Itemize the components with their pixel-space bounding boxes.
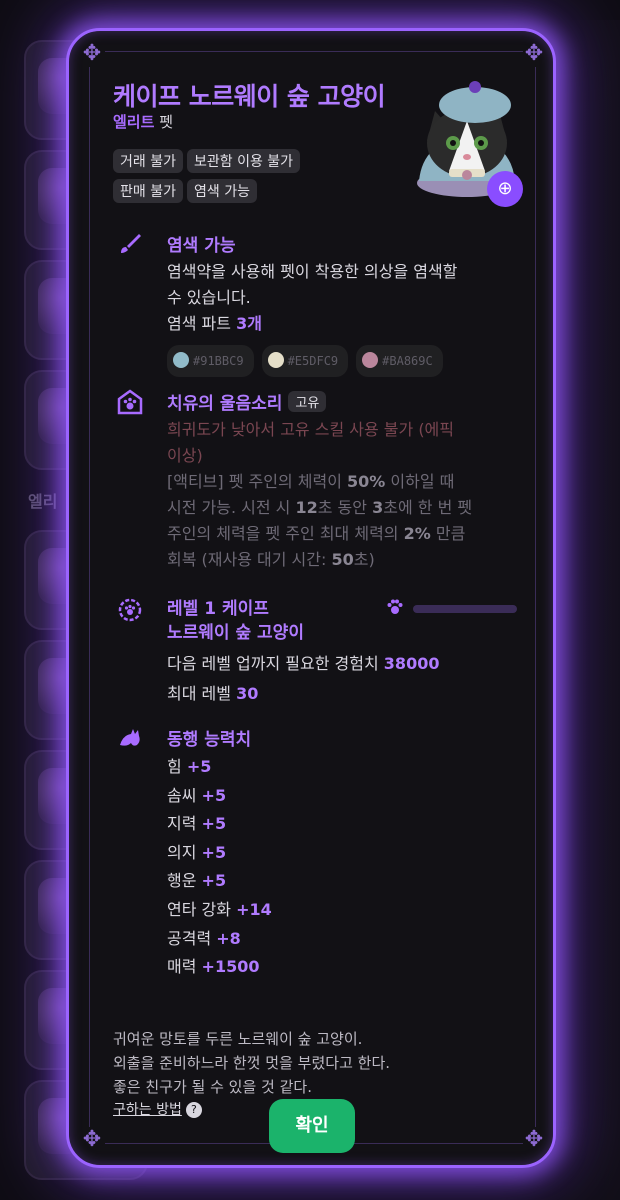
skill-line: 주인의 체력을 펫 주인 최대 체력의 2% 만큼 xyxy=(167,524,466,543)
description-line: 좋은 친구가 될 수 있을 것 같다. xyxy=(113,1078,312,1096)
stat-row: 지력 +5 xyxy=(167,814,227,834)
tag: 판매 불가 xyxy=(113,179,183,203)
how-to-obtain-link[interactable]: 구하는 방법? xyxy=(113,1099,202,1119)
skill-warning: 이상) xyxy=(167,446,203,465)
dye-color-swatch: #91BBC9 xyxy=(167,345,254,377)
skill-line: 회복 (재사용 대기 시간: 50초) xyxy=(167,550,375,569)
stats-title: 동행 능력치 xyxy=(167,730,252,750)
max-level-label: 최대 레벨 xyxy=(167,684,237,703)
dye-color-swatch: #BA869C xyxy=(356,345,443,377)
tag: 거래 불가 xyxy=(113,149,183,173)
ornament-icon: ✥ xyxy=(82,41,102,66)
tag-list: 거래 불가 보관함 이용 불가 판매 불가 염색 가능 xyxy=(113,149,353,209)
max-level-row: 최대 레벨 30 xyxy=(167,681,439,707)
stat-row: 솜씨 +5 xyxy=(167,785,227,805)
stat-row: 연타 강화 +14 xyxy=(167,899,272,919)
skill-line: [액티브] 펫 주인의 체력이 50% 이하일 때 xyxy=(167,472,455,491)
paw-gear-icon xyxy=(118,598,142,622)
description-line: 귀여운 망토를 두른 노르웨이 숲 고양이. xyxy=(113,1030,363,1048)
paw-icon xyxy=(387,599,403,614)
background-section-label: 엘리 xyxy=(28,492,58,511)
grade-label: 엘리트 xyxy=(113,113,155,131)
ornament-icon: ✥ xyxy=(524,41,544,66)
level-title-line: 노르웨이 숲 고양이 xyxy=(167,623,304,643)
ornament-icon: ✥ xyxy=(82,1127,102,1152)
pet-detail-modal: ✥ ✥ ✥ ✥ 케이프 노르웨이 숲 고양이 엘리트 펫 거래 불가 보관함 이용… xyxy=(66,28,556,1168)
skill-title: 치유의 울음소리 고유 xyxy=(167,389,327,414)
kind-label: 펫 xyxy=(159,113,173,131)
level-title: 레벨 1 케이프 노르웨이 숲 고양이 xyxy=(167,597,304,645)
brush-icon xyxy=(121,234,141,253)
how-to-obtain-label: 구하는 방법 xyxy=(113,1102,182,1118)
ornament-icon: ✥ xyxy=(524,1127,544,1152)
dye-description: 염색약을 사용해 펫이 착용한 의상을 염색할 수 있습니다. 염색 파트 3개… xyxy=(167,259,457,377)
color-drop-icon xyxy=(173,352,189,368)
cat-silhouette-icon xyxy=(120,729,140,746)
zoom-in-icon: ⊕ xyxy=(497,178,513,199)
tag: 보관함 이용 불가 xyxy=(186,149,301,173)
color-drop-icon xyxy=(362,352,379,368)
pet-description: 귀여운 망토를 두른 노르웨이 숲 고양이. 외출을 준비하느라 한껏 멋을 부… xyxy=(113,1027,390,1099)
paw-badge-icon xyxy=(117,389,143,415)
zoom-in-button[interactable]: ⊕ xyxy=(487,171,523,207)
dye-parts-count: 3개 xyxy=(236,314,262,333)
confirm-button[interactable]: 확인 xyxy=(269,1099,355,1153)
level-title-line: 레벨 1 케이프 xyxy=(167,599,269,619)
dye-color-list: #91BBC9 #E5DFC9 #BA869C xyxy=(167,345,457,377)
stats-list: 힘 +5 솜씨 +5 지력 +5 의지 +5 행운 +5 연타 강화 +14 공… xyxy=(167,753,272,982)
description-line: 외출을 준비하느라 한껏 멋을 부렸다고 한다. xyxy=(113,1054,391,1072)
stat-row: 행운 +5 xyxy=(167,871,227,891)
stat-row: 공격력 +8 xyxy=(167,928,241,948)
stat-row: 매력 +1500 xyxy=(167,957,260,977)
dye-title: 염색 가능 xyxy=(167,236,236,256)
skill-badge: 고유 xyxy=(288,391,327,412)
exp-label: 다음 레벨 업까지 필요한 경험치 xyxy=(167,654,384,673)
skill-description: 희귀도가 낮아서 고유 스킬 사용 불가 (에픽 이상) [액티브] 펫 주인의… xyxy=(167,417,527,573)
color-hex: #BA869C xyxy=(382,354,433,368)
exp-progress-bar xyxy=(413,605,517,613)
color-hex: #E5DFC9 xyxy=(287,354,339,368)
stat-row: 힘 +5 xyxy=(167,757,212,776)
dye-desc-line: 염색약을 사용해 펫이 착용한 의상을 염색할 xyxy=(167,262,458,281)
stat-row: 의지 +5 xyxy=(167,842,227,862)
level-details: 다음 레벨 업까지 필요한 경험치 38000 최대 레벨 30 xyxy=(167,651,439,707)
dye-desc-line: 수 있습니다. xyxy=(167,288,251,307)
pet-grade: 엘리트 펫 xyxy=(113,111,173,132)
color-drop-icon xyxy=(267,352,284,368)
max-level-value: 30 xyxy=(236,684,259,703)
color-hex: #91BBC9 xyxy=(193,354,244,368)
dye-parts: 염색 파트 3개 xyxy=(167,311,457,337)
question-icon: ? xyxy=(185,1102,202,1118)
exp-value: 38000 xyxy=(383,654,440,673)
dye-color-swatch: #E5DFC9 xyxy=(261,345,349,377)
skill-line: 시전 가능. 시전 시 12초 동안 3초에 한 번 펫 xyxy=(167,498,473,517)
pet-name-title: 케이프 노르웨이 숲 고양이 xyxy=(113,82,386,111)
skill-warning: 희귀도가 낮아서 고유 스킬 사용 불가 (에픽 xyxy=(167,420,454,439)
tag: 염색 가능 xyxy=(186,179,257,203)
dye-parts-label: 염색 파트 xyxy=(167,314,231,333)
exp-row: 다음 레벨 업까지 필요한 경험치 38000 xyxy=(167,651,439,677)
skill-name: 치유의 울음소리 xyxy=(167,394,283,414)
